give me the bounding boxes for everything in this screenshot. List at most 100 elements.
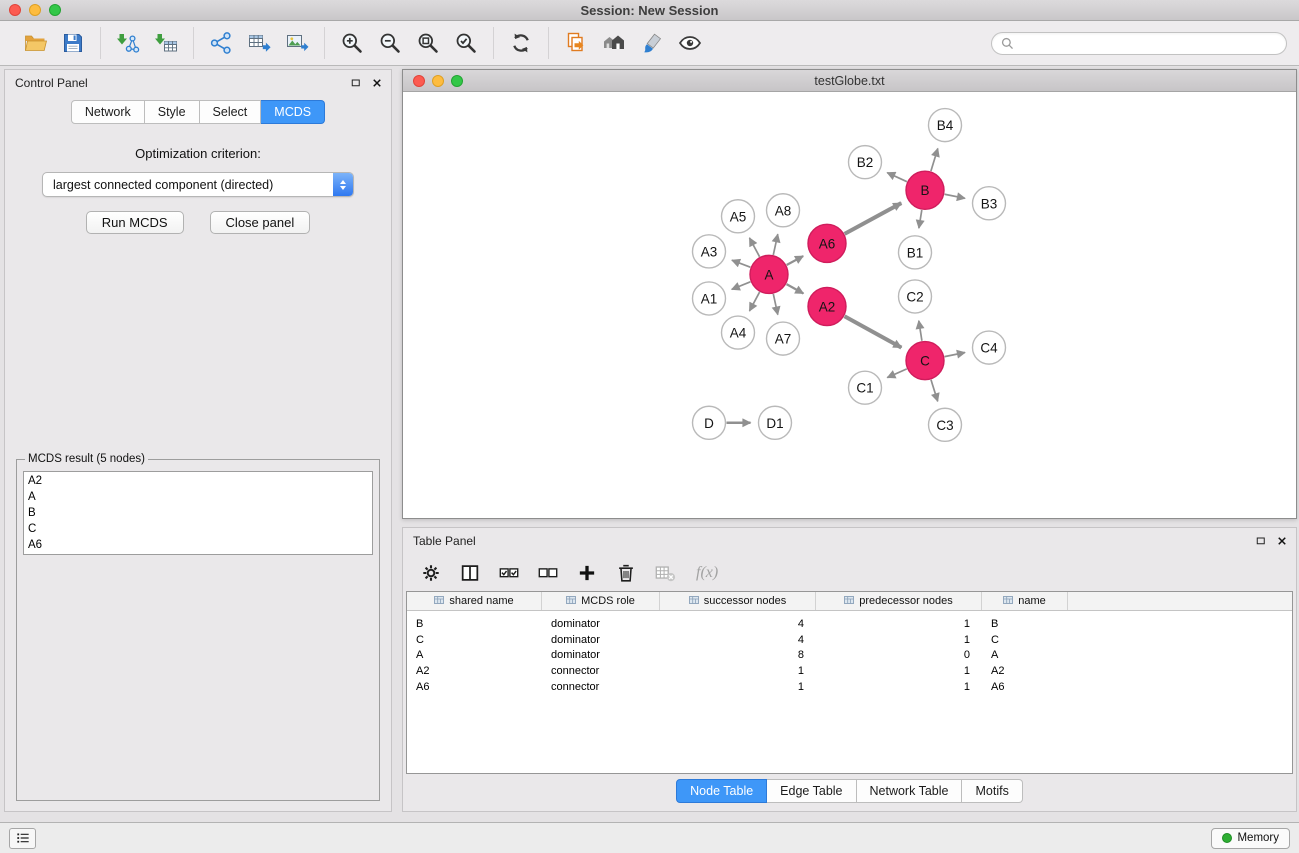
table-cell[interactable]: 1 xyxy=(660,665,816,677)
function-builder-button[interactable]: f(x) xyxy=(696,564,718,582)
table-cell[interactable]: connector xyxy=(542,681,660,693)
table-cell[interactable]: 1 xyxy=(816,681,982,693)
delete-columns-icon[interactable] xyxy=(653,561,677,585)
select-all-icon[interactable] xyxy=(497,561,521,585)
table-cell[interactable]: A xyxy=(407,649,542,661)
titlebar[interactable]: Session: New Session xyxy=(0,0,1299,21)
table-cell[interactable]: dominator xyxy=(542,618,660,630)
network-share-icon[interactable] xyxy=(207,29,235,57)
mcds-result-item[interactable]: B xyxy=(28,505,368,521)
graph-edge-B-B3[interactable] xyxy=(945,194,965,198)
graph-edge-C-C4[interactable] xyxy=(945,353,965,357)
table-cell[interactable]: 8 xyxy=(660,649,816,661)
column-header-MCDS-role[interactable]: MCDS role xyxy=(542,592,660,610)
network-zoom-button[interactable] xyxy=(451,75,463,87)
network-image-icon[interactable] xyxy=(283,29,311,57)
graph-edge-A2-C[interactable] xyxy=(845,316,902,347)
close-panel-icon[interactable] xyxy=(370,77,383,90)
table-cell[interactable]: C xyxy=(407,634,542,646)
style-brush-icon[interactable] xyxy=(638,29,666,57)
control-panel-tab-network[interactable]: Network xyxy=(71,100,145,124)
column-header-predecessor-nodes[interactable]: predecessor nodes xyxy=(816,592,982,610)
network-graph[interactable]: AA1A2A3A4A5A6A7A8BB1B2B3B4CC1C2C3C4DD1 xyxy=(403,92,1296,518)
column-header-name[interactable]: name xyxy=(982,592,1068,610)
graph-edge-A-A2[interactable] xyxy=(787,284,804,293)
mcds-result-list[interactable]: A2ABCA6 xyxy=(23,471,373,555)
table-cell[interactable]: A6 xyxy=(982,681,1068,693)
zoom-fit-icon[interactable] xyxy=(414,29,442,57)
table-cell[interactable]: 1 xyxy=(816,665,982,677)
mcds-result-item[interactable]: C xyxy=(28,521,368,537)
delete-icon[interactable] xyxy=(614,561,638,585)
table-cell[interactable]: 1 xyxy=(660,681,816,693)
graph-node-A[interactable]: A xyxy=(750,255,788,293)
graph-node-C3[interactable]: C3 xyxy=(929,408,962,441)
table-cell[interactable]: 4 xyxy=(660,634,816,646)
graph-edge-A-A8[interactable] xyxy=(773,234,778,255)
export-page-icon[interactable] xyxy=(562,29,590,57)
graph-edge-A6-B[interactable] xyxy=(845,203,902,234)
graph-node-B4[interactable]: B4 xyxy=(929,109,962,142)
graph-node-B3[interactable]: B3 xyxy=(973,187,1006,220)
table-tab-network-table[interactable]: Network Table xyxy=(857,779,963,803)
table-cell[interactable]: dominator xyxy=(542,649,660,661)
refresh-icon[interactable] xyxy=(507,29,535,57)
float-panel-icon[interactable] xyxy=(349,77,362,90)
table-cell[interactable]: A xyxy=(982,649,1068,661)
table-cell[interactable]: A6 xyxy=(407,681,542,693)
home-icon[interactable] xyxy=(600,29,628,57)
table-cell[interactable]: 4 xyxy=(660,618,816,630)
graph-node-A5[interactable]: A5 xyxy=(722,200,755,233)
table-row[interactable]: Cdominator41C xyxy=(407,632,1292,648)
criterion-dropdown[interactable]: largest connected component (directed) xyxy=(42,172,354,197)
graph-node-B1[interactable]: B1 xyxy=(899,236,932,269)
import-table-icon[interactable] xyxy=(152,29,180,57)
deselect-all-icon[interactable] xyxy=(536,561,560,585)
table-cell[interactable]: A2 xyxy=(982,665,1068,677)
mcds-result-item[interactable]: A2 xyxy=(28,473,368,489)
table-tab-motifs[interactable]: Motifs xyxy=(962,779,1022,803)
table-row[interactable]: A2connector11A2 xyxy=(407,663,1292,679)
graph-node-A6[interactable]: A6 xyxy=(808,224,846,262)
graph-node-C2[interactable]: C2 xyxy=(899,280,932,313)
eye-icon[interactable] xyxy=(676,29,704,57)
table-cell[interactable]: 1 xyxy=(816,618,982,630)
float-table-panel-icon[interactable] xyxy=(1254,535,1267,548)
graph-edge-A-A4[interactable] xyxy=(750,292,760,311)
zoom-window-button[interactable] xyxy=(49,4,61,16)
graph-edge-A-A5[interactable] xyxy=(750,238,760,257)
table-row[interactable]: Bdominator41B xyxy=(407,616,1292,632)
open-folder-icon[interactable] xyxy=(21,29,49,57)
graph-node-C1[interactable]: C1 xyxy=(849,371,882,404)
run-mcds-button[interactable]: Run MCDS xyxy=(86,211,184,234)
memory-button[interactable]: Memory xyxy=(1211,828,1290,849)
add-icon[interactable] xyxy=(575,561,599,585)
graph-node-B[interactable]: B xyxy=(906,171,944,209)
table-cell[interactable]: 0 xyxy=(816,649,982,661)
table-cell[interactable]: dominator xyxy=(542,634,660,646)
graph-edge-A-A1[interactable] xyxy=(732,282,751,290)
graph-node-B2[interactable]: B2 xyxy=(849,146,882,179)
graph-edge-C-C1[interactable] xyxy=(887,369,907,378)
search-input[interactable] xyxy=(1019,36,1277,50)
network-canvas[interactable]: AA1A2A3A4A5A6A7A8BB1B2B3B4CC1C2C3C4DD1 xyxy=(403,92,1296,518)
import-network-icon[interactable] xyxy=(114,29,142,57)
graph-node-C4[interactable]: C4 xyxy=(973,331,1006,364)
graph-edge-B-B1[interactable] xyxy=(919,210,922,228)
minimize-window-button[interactable] xyxy=(29,4,41,16)
control-panel-tab-style[interactable]: Style xyxy=(145,100,200,124)
network-close-button[interactable] xyxy=(413,75,425,87)
table-cell[interactable]: A2 xyxy=(407,665,542,677)
close-table-panel-icon[interactable] xyxy=(1275,535,1288,548)
table-cell[interactable]: connector xyxy=(542,665,660,677)
table-tab-node-table[interactable]: Node Table xyxy=(676,779,767,803)
mcds-result-item[interactable]: A6 xyxy=(28,537,368,553)
zoom-out-icon[interactable] xyxy=(376,29,404,57)
save-icon[interactable] xyxy=(59,29,87,57)
graph-node-A2[interactable]: A2 xyxy=(808,287,846,325)
table-cell[interactable]: 1 xyxy=(816,634,982,646)
mcds-result-item[interactable]: A xyxy=(28,489,368,505)
columns-icon[interactable] xyxy=(458,561,482,585)
table-row[interactable]: A6connector11A6 xyxy=(407,679,1292,695)
table-tab-edge-table[interactable]: Edge Table xyxy=(767,779,856,803)
